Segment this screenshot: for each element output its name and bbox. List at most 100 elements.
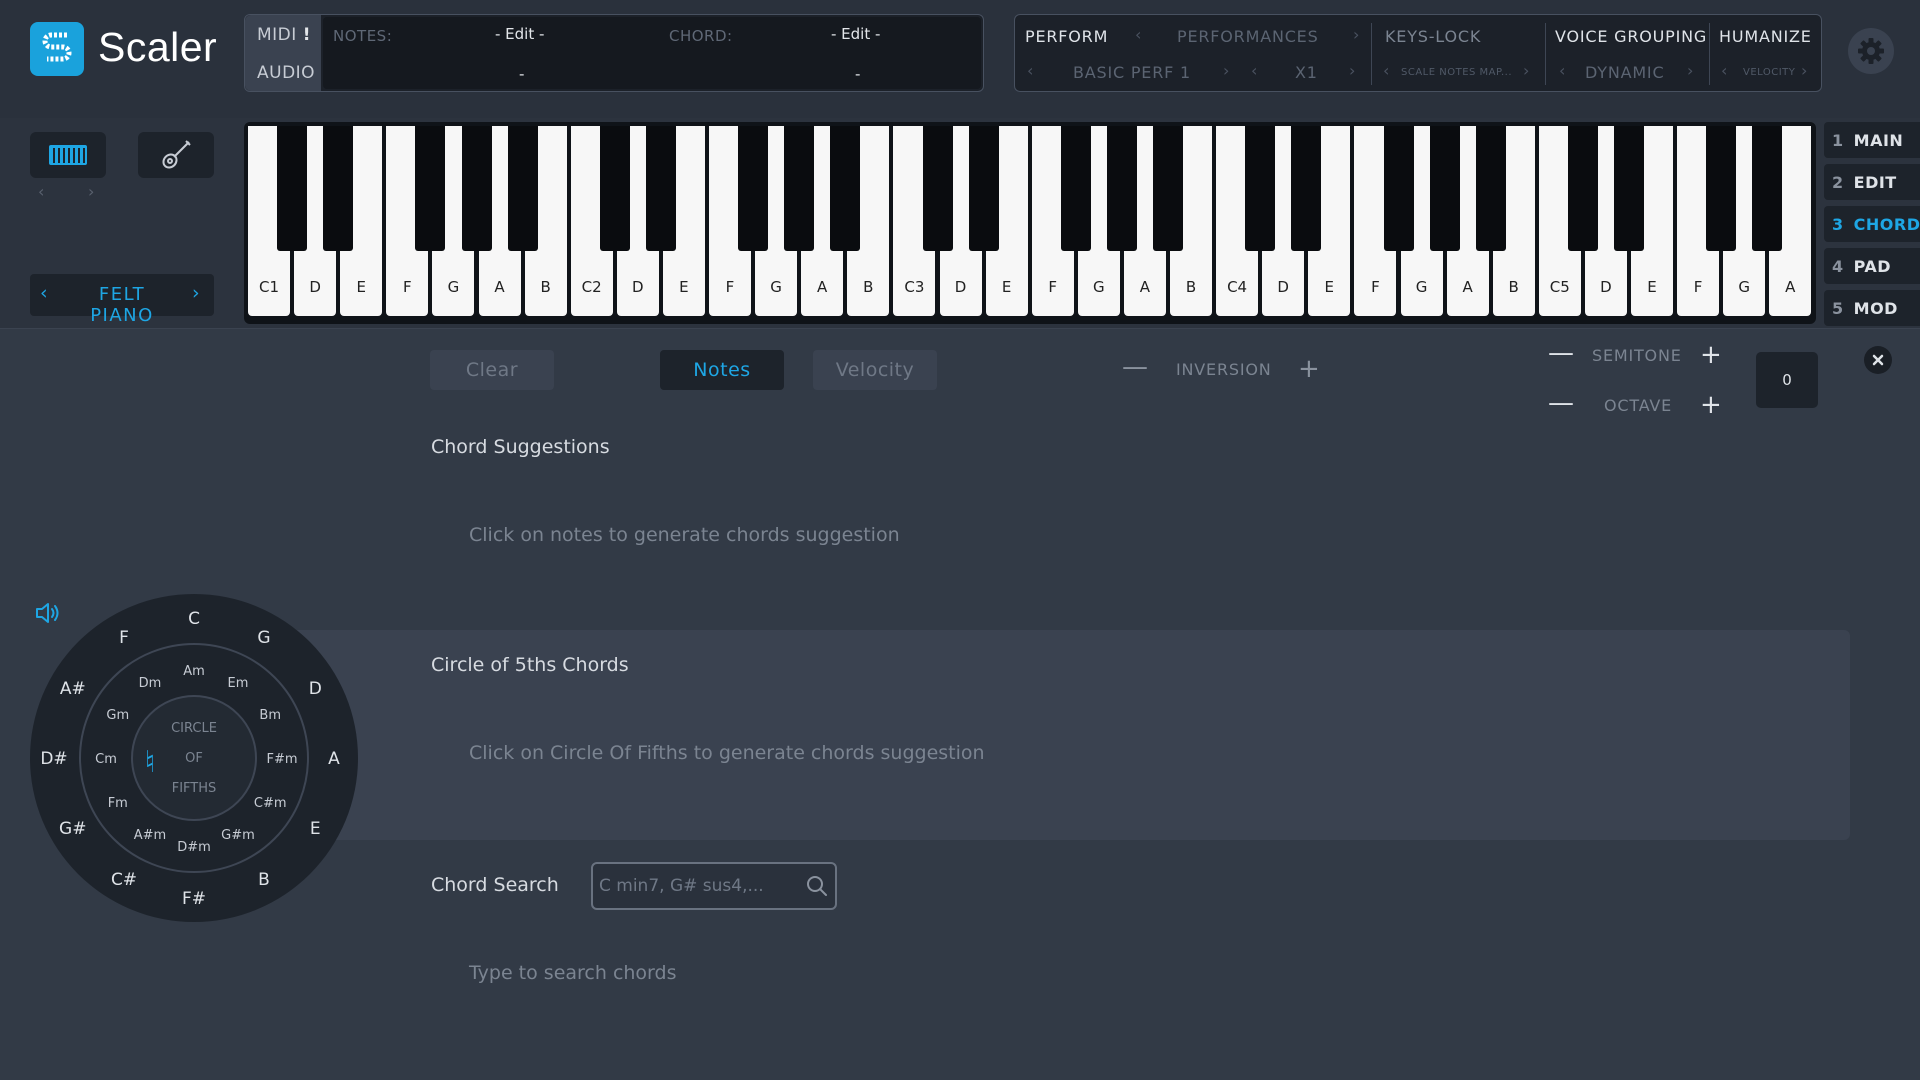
- major-key-label[interactable]: D: [309, 679, 322, 699]
- circle-of-fifths[interactable]: C G D A E B F# C# G# D# A# F Am Em Bm F#m C#m G#m D#m A#m F…: [28, 592, 360, 924]
- black-key[interactable]: [968, 126, 999, 251]
- chevron-left-icon[interactable]: ‹: [1251, 61, 1257, 80]
- octave-decrease-button[interactable]: —: [1548, 390, 1574, 416]
- black-key[interactable]: [1291, 126, 1322, 251]
- multiplier-value[interactable]: X1: [1295, 63, 1318, 82]
- keyboard-view-button[interactable]: [30, 132, 106, 178]
- instrument-preset-selector[interactable]: ‹ FELT PIANO ›: [30, 274, 214, 326]
- clear-button[interactable]: Clear: [430, 350, 554, 390]
- black-key[interactable]: [1752, 126, 1783, 251]
- performance-preset[interactable]: BASIC PERF 1: [1073, 63, 1191, 82]
- chevron-right-icon[interactable]: ›: [1687, 61, 1693, 80]
- major-key-label[interactable]: F: [119, 628, 129, 648]
- keys-lock-label[interactable]: KEYS-LOCK: [1385, 27, 1481, 46]
- transpose-value[interactable]: 0: [1756, 352, 1818, 408]
- tab-main[interactable]: 1 MAIN: [1824, 122, 1920, 158]
- guitar-view-button[interactable]: [138, 132, 214, 178]
- black-key[interactable]: [1060, 126, 1091, 251]
- minor-key-label[interactable]: Cm: [95, 752, 117, 767]
- minor-key-label[interactable]: Fm: [108, 796, 128, 811]
- major-key-label[interactable]: G#: [59, 819, 86, 839]
- major-key-label[interactable]: B: [258, 870, 270, 890]
- midi-label[interactable]: MIDI !: [257, 25, 311, 45]
- semitone-decrease-button[interactable]: —: [1548, 340, 1574, 366]
- black-key[interactable]: [461, 126, 492, 251]
- voice-grouping-value[interactable]: DYNAMIC: [1585, 63, 1664, 82]
- chevron-right-icon[interactable]: ›: [1801, 61, 1807, 80]
- scale-notes-map[interactable]: SCALE NOTES MAP...: [1401, 67, 1512, 78]
- chevron-left-icon[interactable]: ‹: [40, 282, 48, 304]
- black-key[interactable]: [1383, 126, 1414, 251]
- chevron-right-icon[interactable]: ›: [1349, 61, 1355, 80]
- notes-button[interactable]: Notes: [660, 350, 784, 390]
- minor-key-label[interactable]: Am: [183, 664, 205, 679]
- black-key[interactable]: [1706, 126, 1737, 251]
- black-key[interactable]: [1475, 126, 1506, 251]
- tab-mod[interactable]: 5 MOD: [1824, 290, 1920, 326]
- minor-key-label[interactable]: A#m: [134, 828, 166, 843]
- major-key-label[interactable]: A: [328, 749, 340, 769]
- humanize-value[interactable]: VELOCITY: [1743, 67, 1795, 78]
- settings-button[interactable]: [1848, 28, 1894, 74]
- audio-label[interactable]: AUDIO: [257, 63, 315, 83]
- black-key[interactable]: [415, 126, 446, 251]
- black-key[interactable]: [323, 126, 354, 251]
- chevron-left-icon[interactable]: ‹: [1721, 61, 1727, 80]
- black-key[interactable]: [1245, 126, 1276, 251]
- major-key-label[interactable]: E: [310, 819, 321, 839]
- chord-value[interactable]: - Edit -: [831, 25, 880, 43]
- tab-edit[interactable]: 2 EDIT: [1824, 164, 1920, 200]
- chevron-left-icon[interactable]: ‹: [1135, 25, 1141, 44]
- black-key[interactable]: [738, 126, 769, 251]
- minor-key-label[interactable]: D#m: [177, 840, 211, 855]
- black-key[interactable]: [599, 126, 630, 251]
- major-key-label[interactable]: C#: [111, 870, 137, 890]
- major-key-label[interactable]: C: [188, 609, 200, 629]
- voice-grouping-label[interactable]: VOICE GROUPING: [1555, 27, 1707, 46]
- search-icon[interactable]: [805, 874, 829, 898]
- chevron-right-icon[interactable]: ›: [1223, 61, 1229, 80]
- black-key[interactable]: [1567, 126, 1598, 251]
- performances-label[interactable]: PERFORMANCES: [1177, 27, 1319, 46]
- notes-value[interactable]: - Edit -: [495, 25, 544, 43]
- black-key[interactable]: [507, 126, 538, 251]
- natural-sign-icon[interactable]: ♮: [145, 745, 156, 780]
- black-key[interactable]: [277, 126, 308, 251]
- black-key[interactable]: [830, 126, 861, 251]
- minor-key-label[interactable]: Em: [228, 676, 249, 691]
- major-key-label[interactable]: A#: [60, 679, 86, 699]
- chevron-right-icon[interactable]: ›: [1523, 61, 1529, 80]
- black-key[interactable]: [645, 126, 676, 251]
- perform-label[interactable]: PERFORM: [1025, 27, 1108, 46]
- major-key-label[interactable]: F#: [182, 889, 206, 909]
- chevron-right-icon[interactable]: ›: [192, 282, 200, 304]
- humanize-label[interactable]: HUMANIZE: [1719, 27, 1812, 46]
- chevron-left-icon[interactable]: ‹: [1383, 61, 1389, 80]
- minor-key-label[interactable]: F#m: [266, 752, 297, 767]
- major-key-label[interactable]: G: [257, 628, 270, 648]
- black-key[interactable]: [1106, 126, 1137, 251]
- chevron-right-icon[interactable]: ›: [88, 182, 94, 201]
- semitone-increase-button[interactable]: +: [1700, 342, 1722, 368]
- tab-pad[interactable]: 4 PAD: [1824, 248, 1920, 284]
- inversion-increase-button[interactable]: +: [1298, 356, 1320, 382]
- chevron-left-icon[interactable]: ‹: [1559, 61, 1565, 80]
- octave-increase-button[interactable]: +: [1700, 392, 1722, 418]
- minor-key-label[interactable]: G#m: [221, 828, 255, 843]
- major-key-label[interactable]: D#: [40, 749, 67, 769]
- chevron-right-icon[interactable]: ›: [1353, 25, 1359, 44]
- close-button[interactable]: [1864, 346, 1892, 374]
- minor-key-label[interactable]: Gm: [106, 708, 129, 723]
- minor-key-label[interactable]: C#m: [254, 796, 287, 811]
- tab-chord[interactable]: 3 CHORD: [1824, 206, 1920, 242]
- inversion-decrease-button[interactable]: —: [1122, 354, 1148, 380]
- chevron-left-icon[interactable]: ‹: [38, 182, 44, 201]
- black-key[interactable]: [922, 126, 953, 251]
- black-key[interactable]: [784, 126, 815, 251]
- black-key[interactable]: [1153, 126, 1183, 251]
- black-key[interactable]: [1429, 126, 1460, 251]
- black-key[interactable]: [1614, 126, 1644, 251]
- chevron-left-icon[interactable]: ‹: [1027, 61, 1033, 80]
- minor-key-label[interactable]: Bm: [259, 708, 281, 723]
- chord-search-input[interactable]: [599, 872, 795, 900]
